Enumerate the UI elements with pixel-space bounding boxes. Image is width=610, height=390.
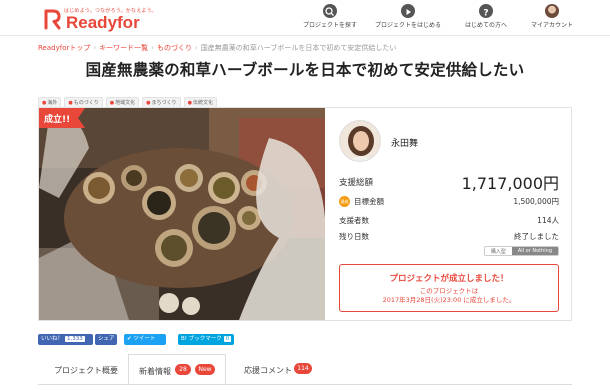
tag-label: 伝統文化 <box>192 100 213 106</box>
social-buttons: いいね！ 1,333 シェア ✔ ツイート B! ブックマーク 0 <box>38 334 238 346</box>
stat-goal: 達成 目標金額 1,500,000円 <box>339 196 559 210</box>
stat-goal-value: 1,500,000円 <box>513 197 559 206</box>
tab-news-count: 28 <box>175 364 191 375</box>
facebook-share-button[interactable]: シェア <box>95 334 117 345</box>
stat-remaining-label: 残り日数 <box>339 232 369 241</box>
success-badge: 成立!! <box>39 108 85 128</box>
nav-start-project-label: プロジェクトをはじめる <box>374 22 441 29</box>
tab-comments[interactable]: 応援コメント 114 <box>234 354 324 384</box>
stat-goal-label: 目標金額 <box>354 197 384 206</box>
tag-icon: ● <box>187 100 192 106</box>
logo-wordmark: Readyfor <box>66 13 140 32</box>
nav-start-project[interactable]: プロジェクトをはじめる <box>372 3 444 29</box>
success-notice-heading: プロジェクトが成立しました！ <box>389 274 509 284</box>
tag-list: ●海外 ●ものづくり ●地域文化 ●まちづくり ●伝統文化 <box>38 89 220 108</box>
tab-comments-count: 114 <box>294 363 312 374</box>
tag-icon: ● <box>42 100 47 106</box>
stat-total: 支援総額 1,717,000円 <box>339 170 559 194</box>
tag-icon: ● <box>68 100 73 106</box>
tag-label: まちづくり <box>151 100 177 106</box>
play-icon <box>401 4 415 18</box>
project-tabs: プロジェクト概要 新着情報 28 New 応援コメント 114 <box>38 354 572 390</box>
breadcrumb-monozukuri[interactable]: ものづくり <box>157 44 192 52</box>
tab-news[interactable]: 新着情報 28 New <box>128 354 226 384</box>
breadcrumb-top[interactable]: Readyforトップ <box>38 44 90 52</box>
avatar-icon <box>545 4 559 18</box>
page-title: 国産無農薬の和草ハーブボールを日本で初めて安定供給したい <box>85 61 525 79</box>
stat-goal-key: 達成 目標金額 <box>339 196 384 207</box>
stat-total-value: 1,717,000円 <box>461 174 559 193</box>
hatena-bookmark-count: 0 <box>223 336 232 342</box>
breadcrumb-separator: › <box>93 44 97 52</box>
funding-type-all-or-nothing: All or Nothing <box>511 247 558 255</box>
stat-remaining: 残り日数 終了しました <box>339 231 559 245</box>
project-card: 成立!! 永田舞 支援総額 1,717,000円 達成 目標金額 1,500,00… <box>38 107 572 321</box>
owner-avatar[interactable] <box>339 120 381 162</box>
stat-backers-value: 114人 <box>537 216 559 225</box>
success-notice-line2: 2017年3月28日(火)23:00 に成立しました。 <box>382 296 516 304</box>
tab-overview-label: プロジェクト概要 <box>54 366 118 375</box>
nav-find-projects[interactable]: プロジェクトを探す <box>294 3 366 29</box>
nav-first-time[interactable]: ? はじめての方へ <box>450 3 522 29</box>
tag-label: 地域文化 <box>115 100 136 106</box>
tag-icon: ● <box>146 100 151 106</box>
tab-overview[interactable]: プロジェクト概要 <box>38 354 128 384</box>
header-nav: プロジェクトを探す プロジェクトをはじめる ? はじめての方へ マイアカウント <box>294 3 594 33</box>
success-notice-body: このプロジェクトは 2017年3月28日(火)23:00 に成立しました。 <box>340 287 558 305</box>
twitter-bird-icon: ✔ <box>127 336 132 342</box>
tweet-label: ツイート <box>133 336 156 342</box>
stat-backers-label: 支援者数 <box>339 216 369 225</box>
search-icon <box>323 4 337 18</box>
tab-underline <box>38 384 572 385</box>
tweet-button[interactable]: ✔ ツイート <box>124 334 166 345</box>
stat-remaining-value: 終了しました <box>514 232 559 241</box>
breadcrumb-separator: › <box>151 44 154 52</box>
nav-first-time-label: はじめての方へ <box>464 22 507 29</box>
stat-total-label: 支援総額 <box>339 178 374 188</box>
nav-my-account[interactable]: マイアカウント <box>516 3 588 29</box>
facebook-like-label: いいね！ <box>41 336 64 342</box>
facebook-like-button[interactable]: いいね！ 1,333 <box>38 334 93 345</box>
tag-icon: ● <box>109 100 115 106</box>
tag-label: ものづくり <box>73 100 99 106</box>
hatena-bookmark-label: B! ブックマーク <box>181 336 222 342</box>
readyfor-logo[interactable]: はじめよう。つながろう。かなえよう。 Readyfor <box>42 6 182 32</box>
goal-achieved-badge: 達成 <box>339 196 350 207</box>
herb-table-photo <box>39 108 325 320</box>
breadcrumb-current: 国産無農薬の和草ハーブボールを日本で初めて安定供給したい <box>200 44 397 52</box>
breadcrumb-keywords[interactable]: キーワード一覧 <box>99 44 148 52</box>
success-notice-line1: このプロジェクトは <box>419 287 479 295</box>
question-icon: ? <box>479 4 493 18</box>
funding-type-purchase: 購入型 <box>484 247 512 255</box>
owner-portrait <box>340 121 380 161</box>
facebook-like-count: 1,333 <box>65 336 85 342</box>
breadcrumb: Readyforトップ › キーワード一覧 › ものづくり › 国産無農薬の和草ハーブボール… <box>38 43 396 53</box>
project-info-panel: 永田舞 支援総額 1,717,000円 達成 目標金額 1,500,000円 支援… <box>339 108 571 320</box>
svg-text:?: ? <box>483 8 488 18</box>
owner-name[interactable]: 永田舞 <box>391 136 418 149</box>
tab-news-label: 新着情報 <box>139 367 171 376</box>
stat-backers: 支援者数 114人 <box>339 215 559 229</box>
site-header: はじめよう。つながろう。かなえよう。 Readyfor プロジェクトを探す プロ… <box>0 0 610 36</box>
nav-find-projects-label: プロジェクトを探す <box>302 22 357 29</box>
nav-my-account-label: マイアカウント <box>530 22 573 29</box>
success-badge-label: 成立!! <box>44 115 71 125</box>
breadcrumb-separator: › <box>194 44 198 52</box>
tab-news-new-badge: New <box>195 364 215 375</box>
success-notice: プロジェクトが成立しました！ このプロジェクトは 2017年3月28日(火)23… <box>339 264 559 312</box>
funding-type-toggle: 購入型 All or Nothing <box>483 246 559 256</box>
tab-comments-label: 応援コメント <box>244 366 292 375</box>
hatena-bookmark-button[interactable]: B! ブックマーク 0 <box>178 334 234 345</box>
project-photo[interactable]: 成立!! <box>39 108 325 320</box>
logo-mark-icon <box>44 9 61 30</box>
tag-label: 海外 <box>47 100 58 106</box>
